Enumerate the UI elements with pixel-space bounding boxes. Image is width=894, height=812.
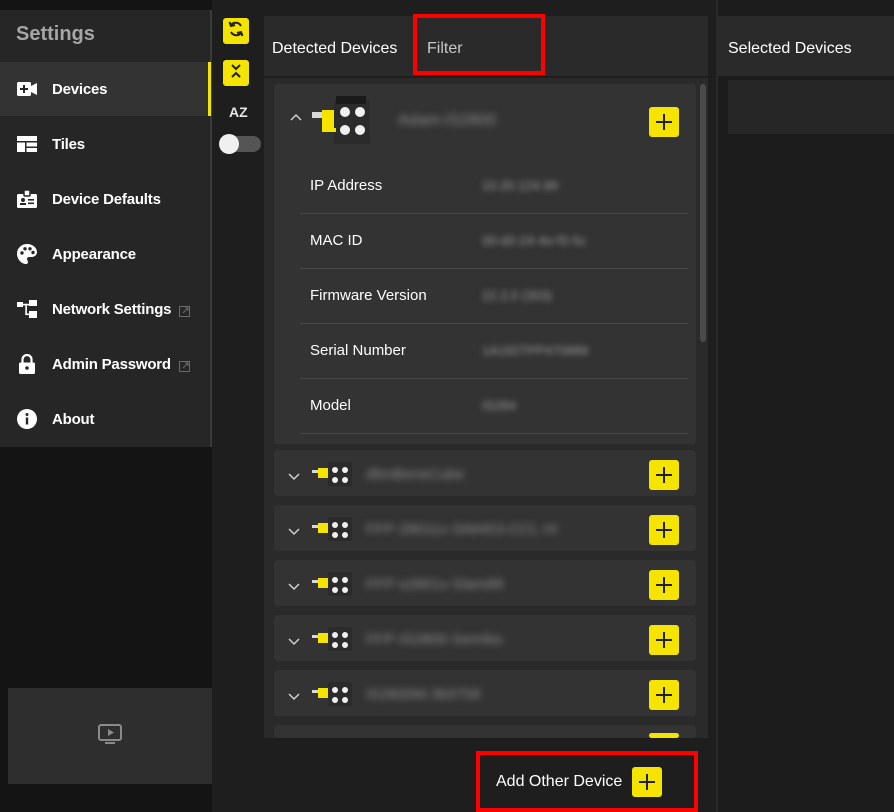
field-label: Serial Number bbox=[310, 342, 406, 359]
sidebar-item-devices[interactable]: Devices bbox=[0, 62, 210, 116]
chevron-down-icon[interactable] bbox=[287, 580, 301, 594]
sidebar-item-label: Network Settings bbox=[52, 300, 172, 318]
sidebar-item-device-defaults[interactable]: Device Defaults bbox=[0, 172, 210, 226]
selected-devices-list bbox=[728, 80, 894, 134]
sidebar-item-tiles[interactable]: Tiles bbox=[0, 117, 210, 171]
refresh-button[interactable] bbox=[223, 18, 249, 44]
add-other-device-label: Add Other Device bbox=[496, 773, 623, 790]
refresh-icon bbox=[227, 20, 245, 43]
sidebar-item-label: Device Defaults bbox=[52, 190, 161, 208]
plus-icon bbox=[656, 467, 672, 483]
device-field-row: MAC ID 00-d0-24-4e-f3-5c bbox=[300, 214, 688, 269]
sidebar-item-about[interactable]: About bbox=[0, 392, 210, 446]
collapse-all-button[interactable] bbox=[223, 60, 249, 86]
add-device-button[interactable] bbox=[649, 107, 679, 137]
plus-icon bbox=[656, 632, 672, 648]
device-name: Adam-IS2800 bbox=[398, 112, 496, 129]
sidebar-item-label: Devices bbox=[52, 80, 108, 98]
external-link-icon bbox=[179, 304, 191, 317]
field-label: MAC ID bbox=[310, 232, 363, 249]
plus-icon bbox=[656, 522, 672, 538]
sidebar-item-admin-password[interactable]: Admin Password bbox=[0, 337, 210, 391]
device-field-row: Serial Number 1A192TPP470889 bbox=[300, 324, 688, 379]
palette-icon bbox=[17, 244, 37, 264]
add-device-button[interactable] bbox=[649, 515, 679, 545]
toggle-knob bbox=[219, 134, 239, 154]
slideshow-icon bbox=[98, 723, 122, 749]
detected-devices-title: Detected Devices bbox=[272, 40, 398, 57]
device-list-scrollbar[interactable] bbox=[700, 84, 706, 342]
chevron-down-icon[interactable] bbox=[287, 690, 301, 704]
camera-device-icon bbox=[312, 462, 352, 486]
add-device-button[interactable] bbox=[649, 625, 679, 655]
chevron-down-icon[interactable] bbox=[287, 470, 301, 484]
plus-icon bbox=[656, 114, 672, 130]
device-field-row: Model IS284 bbox=[300, 379, 688, 434]
add-device-button[interactable] bbox=[649, 680, 679, 710]
add-device-button[interactable] bbox=[649, 570, 679, 600]
camera-device-icon bbox=[312, 572, 352, 596]
collapse-all-icon bbox=[228, 63, 244, 84]
external-link-icon bbox=[178, 359, 190, 372]
sidebar-item-appearance[interactable]: Appearance bbox=[0, 227, 210, 281]
plus-icon bbox=[656, 687, 672, 703]
camera-device-icon bbox=[312, 96, 370, 144]
slideshow-button[interactable] bbox=[8, 688, 212, 784]
add-device-button[interactable] bbox=[649, 460, 679, 490]
sort-toggle[interactable] bbox=[219, 134, 261, 154]
badge-icon bbox=[17, 189, 37, 209]
device-name: FFP-IS2800-SemIbs bbox=[366, 631, 503, 648]
plus-icon bbox=[639, 774, 656, 790]
sidebar-item-label: About bbox=[52, 410, 95, 428]
field-value: 1A192TPP470889 bbox=[482, 343, 589, 358]
device-name: FFP-28011v-SIM453-CCL-IX bbox=[366, 521, 559, 538]
device-field-row: IP Address 10.20.124.99 bbox=[300, 159, 688, 214]
field-label: Firmware Version bbox=[310, 287, 427, 304]
device-field-row: Firmware Version 22.2.0 (303) bbox=[300, 269, 688, 324]
camera-device-icon bbox=[312, 682, 352, 706]
device-name: IS2800M-3k9758 bbox=[366, 686, 481, 703]
sort-az-label: AZ bbox=[229, 104, 248, 120]
sidebar-active-indicator bbox=[208, 62, 211, 116]
sidebar-item-label: Tiles bbox=[52, 135, 85, 153]
field-label: Model bbox=[310, 397, 351, 414]
camera-device-icon bbox=[312, 517, 352, 541]
camera-plus-icon bbox=[17, 79, 37, 99]
info-icon bbox=[17, 409, 37, 429]
plus-icon bbox=[656, 577, 672, 593]
sidebar: Settings Devices Tiles Device Defaults A… bbox=[0, 0, 212, 812]
device-name: dlimBeneCube bbox=[366, 466, 465, 483]
tiles-icon bbox=[17, 134, 37, 154]
sidebar-title: Settings bbox=[16, 23, 95, 45]
sidebar-item-label: Appearance bbox=[52, 245, 136, 263]
chevron-up-icon[interactable] bbox=[289, 110, 303, 124]
add-other-device-button[interactable]: Add Other Device bbox=[479, 752, 699, 812]
field-value: 22.2.0 (303) bbox=[482, 288, 553, 303]
device-name: FFP-s2801v-Slam89 bbox=[366, 576, 504, 593]
camera-device-icon bbox=[312, 627, 352, 651]
selected-devices-title: Selected Devices bbox=[728, 40, 852, 57]
field-label: IP Address bbox=[310, 177, 383, 194]
field-value: 10.20.124.99 bbox=[482, 178, 558, 193]
chevron-down-icon[interactable] bbox=[287, 635, 301, 649]
filter-input[interactable] bbox=[418, 26, 540, 70]
network-icon bbox=[17, 299, 37, 319]
field-value: 00-d0-24-4e-f3-5c bbox=[482, 233, 587, 248]
device-card-partial bbox=[274, 725, 696, 738]
plus-button bbox=[632, 767, 663, 797]
sidebar-item-label: Admin Password bbox=[52, 355, 171, 373]
chevron-down-icon[interactable] bbox=[287, 525, 301, 539]
lock-icon bbox=[17, 354, 37, 374]
sidebar-item-network-settings[interactable]: Network Settings bbox=[0, 282, 210, 336]
field-value: IS284 bbox=[482, 398, 516, 413]
